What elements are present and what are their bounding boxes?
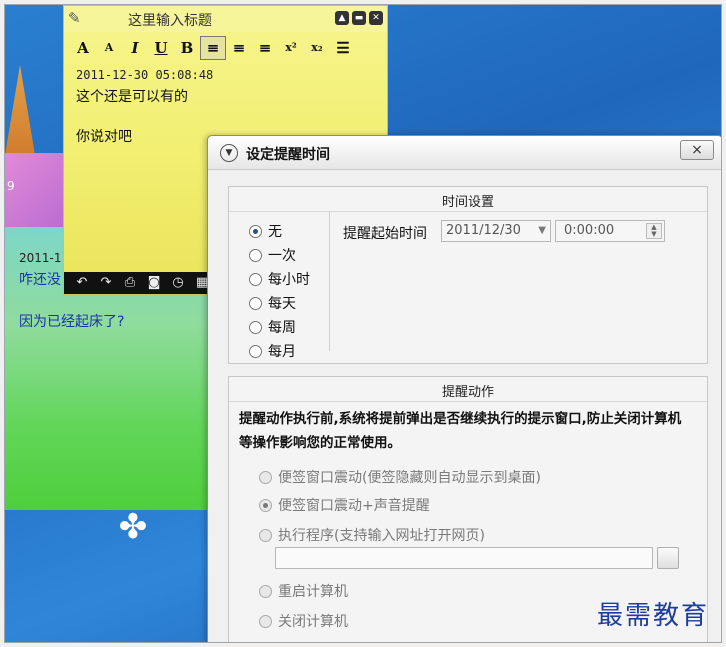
- action-option-shake[interactable]: 便签窗口震动(便签隐藏则自动显示到桌面): [259, 467, 541, 487]
- font-larger-button[interactable]: A: [70, 36, 96, 60]
- note-title[interactable]: 这里输入标题: [128, 10, 212, 30]
- print-icon[interactable]: ⎙: [120, 275, 140, 291]
- bold-button[interactable]: B: [174, 36, 200, 60]
- font-smaller-button[interactable]: A: [96, 36, 122, 60]
- note-green-line2: 因为已经起床了?: [19, 314, 125, 330]
- subscript-button[interactable]: x₂: [304, 36, 330, 60]
- repeat-option-label: 无: [268, 224, 282, 240]
- superscript-button[interactable]: x²: [278, 36, 304, 60]
- desktop-side-number: 9: [7, 179, 15, 193]
- browse-button[interactable]: [657, 547, 679, 569]
- start-time-value: 0:00:00: [564, 223, 615, 238]
- screenshot-frame: 9 ✤ 2011-1 咋还没 因为已经起床了? ✎ 这里输入标题 ▲ ▬ ✕ A…: [4, 4, 722, 643]
- undo-icon[interactable]: ↶: [72, 275, 92, 291]
- note-window-buttons: ▲ ▬ ✕: [335, 11, 383, 25]
- radio-indicator[interactable]: [259, 584, 272, 598]
- radio-indicator[interactable]: [249, 296, 262, 310]
- action-option-shake-sound[interactable]: 便签窗口震动+声音提醒: [259, 495, 430, 515]
- align-right-button[interactable]: ≡: [252, 36, 278, 60]
- repeat-option-label: 每小时: [268, 272, 310, 288]
- pen-icon[interactable]: ✎: [68, 10, 84, 26]
- dialog-close-button[interactable]: ×: [680, 140, 714, 160]
- italic-button[interactable]: I: [122, 36, 148, 60]
- radio-indicator[interactable]: [259, 528, 272, 542]
- time-settings-group: 时间设置 无 一次 每小时 每天 每周 每月 提醒起始时间 2011/12/30…: [228, 186, 708, 364]
- radio-indicator[interactable]: [259, 470, 272, 484]
- spinner-arrows-icon[interactable]: ▲ ▼: [646, 223, 662, 239]
- align-center-button[interactable]: ≡: [226, 36, 252, 60]
- align-left-button[interactable]: ≡: [200, 36, 226, 60]
- dialog-title: 设定提醒时间: [246, 147, 330, 163]
- note-line2[interactable]: 你说对吧: [76, 126, 132, 146]
- format-toolbar: A A I U B ≡ ≡ ≡ x² x₂ ☰: [64, 34, 387, 62]
- underline-button[interactable]: U: [148, 36, 174, 60]
- list-button[interactable]: ☰: [330, 36, 356, 60]
- dialog-menu-icon[interactable]: ▼: [220, 144, 238, 162]
- repeat-option-label: 一次: [268, 248, 296, 264]
- repeat-option-label: 每天: [268, 296, 296, 312]
- repeat-option-monthly[interactable]: 每月: [249, 341, 296, 361]
- repeat-option-label: 每月: [268, 344, 296, 360]
- action-option-label: 便签窗口震动(便签隐藏则自动显示到桌面): [278, 470, 541, 486]
- radio-indicator[interactable]: [249, 248, 262, 262]
- start-date-combo[interactable]: 2011/12/30 ▼: [441, 220, 551, 242]
- time-settings-title: 时间设置: [441, 195, 494, 210]
- note-titlebar[interactable]: ✎ 这里输入标题 ▲ ▬ ✕: [64, 6, 387, 32]
- note-timestamp: 2011-12-30 05:08:48: [76, 68, 214, 82]
- note-green-timestamp: 2011-1: [19, 251, 62, 265]
- radio-indicator[interactable]: [259, 614, 272, 628]
- note-line1[interactable]: 这个还是可以有的: [76, 86, 188, 106]
- desktop-tree-decoration: [5, 65, 35, 155]
- start-date-value: 2011/12/30: [446, 223, 521, 238]
- radio-indicator[interactable]: [249, 320, 262, 334]
- action-option-label: 关闭计算机: [278, 614, 348, 630]
- chevron-down-icon[interactable]: ▼: [538, 221, 546, 241]
- program-path-input[interactable]: [275, 547, 653, 569]
- repeat-option-hourly[interactable]: 每小时: [249, 269, 310, 289]
- note-green-line1: 咋还没: [19, 272, 61, 288]
- start-time-label: 提醒起始时间: [343, 226, 427, 242]
- close-icon[interactable]: ✕: [369, 11, 383, 25]
- action-option-run-program[interactable]: 执行程序(支持输入网址打开网页): [259, 525, 485, 545]
- repeat-option-label: 每周: [268, 320, 296, 336]
- action-option-label: 便签窗口震动+声音提醒: [278, 498, 430, 514]
- collapse-icon[interactable]: ▲: [335, 11, 349, 25]
- radio-indicator[interactable]: [249, 272, 262, 286]
- redo-icon[interactable]: ↷: [96, 275, 116, 291]
- desktop-flower-icon: ✤: [118, 507, 148, 547]
- repeat-option-once[interactable]: 一次: [249, 245, 296, 265]
- reminder-dialog: ▼ 设定提醒时间 × 时间设置 无 一次 每小时 每天 每周 每月 提醒起始时间…: [207, 135, 721, 642]
- reminder-action-title: 提醒动作: [441, 385, 494, 400]
- radio-indicator[interactable]: [259, 498, 272, 512]
- action-option-label: 执行程序(支持输入网址打开网页): [278, 528, 485, 544]
- reminder-action-description: 提醒动作执行前,系统将提前弹出是否继续执行的提示窗口,防止关闭计算机等操作影响您…: [239, 411, 682, 451]
- start-time-spinner[interactable]: 0:00:00 ▲ ▼: [555, 220, 665, 242]
- repeat-option-weekly[interactable]: 每周: [249, 317, 296, 337]
- action-option-label: 重启计算机: [278, 584, 348, 600]
- repeat-option-daily[interactable]: 每天: [249, 293, 296, 313]
- watermark-text: 最需教育: [596, 601, 709, 631]
- action-option-restart[interactable]: 重启计算机: [259, 581, 348, 601]
- group-divider: [229, 211, 707, 212]
- radio-indicator[interactable]: [249, 224, 262, 238]
- dialog-titlebar[interactable]: ▼ 设定提醒时间 ×: [208, 136, 721, 170]
- camera-icon[interactable]: ◙: [144, 275, 164, 291]
- radio-indicator[interactable]: [249, 344, 262, 358]
- minimize-icon[interactable]: ▬: [352, 11, 366, 25]
- clock-icon[interactable]: ◷: [168, 275, 188, 291]
- action-option-shutdown[interactable]: 关闭计算机: [259, 611, 348, 631]
- group-vertical-divider: [329, 211, 330, 351]
- group-divider: [229, 401, 707, 402]
- repeat-option-none[interactable]: 无: [249, 221, 282, 241]
